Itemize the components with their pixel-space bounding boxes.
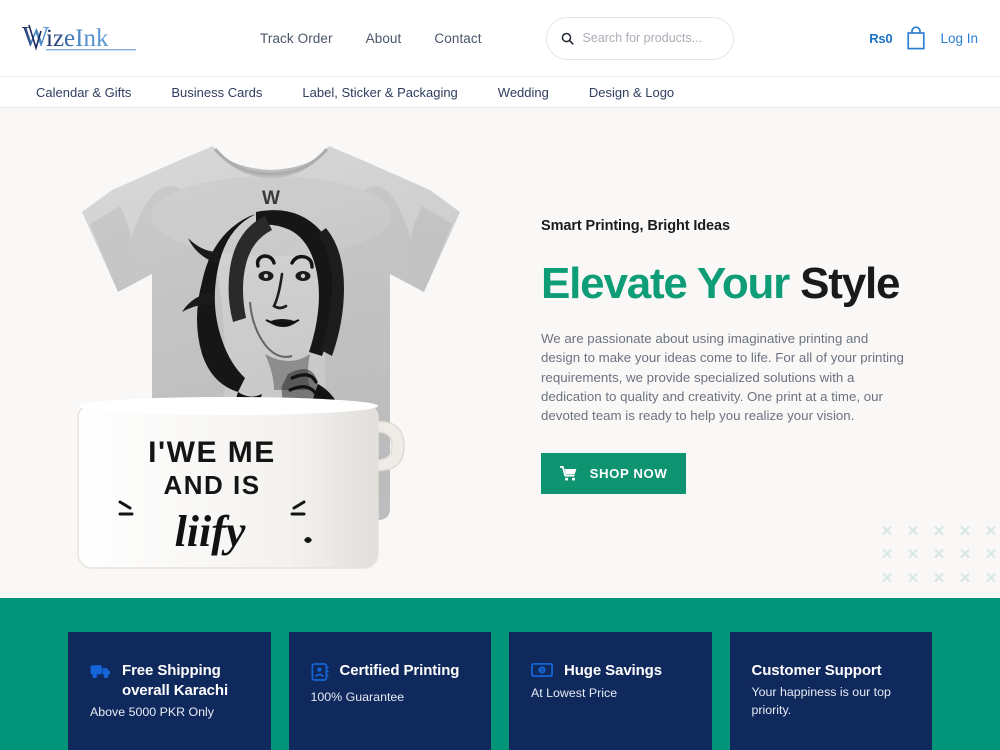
decoration-x: ✕ bbox=[906, 569, 920, 587]
decoration-x: ✕ bbox=[880, 523, 894, 540]
decoration-x: ✕ bbox=[932, 546, 946, 564]
hero-headline: Elevate Your Style bbox=[541, 259, 931, 308]
decoration-x: ✕ bbox=[984, 569, 998, 587]
feature-subtitle: Above 5000 PKR Only bbox=[90, 705, 214, 719]
mug-line-1: I'WE ME bbox=[148, 436, 276, 469]
features-strip: Free Shipping overall Karachi Above 5000… bbox=[0, 598, 1000, 750]
hero-product-image: W I'WE ME AND IS liify bbox=[60, 116, 530, 586]
feature-title: Huge Savings bbox=[564, 662, 662, 679]
hero-headline-accent: Elevate Your bbox=[541, 259, 790, 308]
decoration-x: ✕ bbox=[958, 523, 972, 540]
header-actions: Rs0 Log In bbox=[869, 25, 978, 51]
cart-total: Rs0 bbox=[869, 30, 893, 46]
decoration-x: ✕ bbox=[906, 523, 920, 540]
category-label-sticker-packaging[interactable]: Label, Sticker & Packaging bbox=[302, 85, 457, 100]
decoration-x: ✕ bbox=[932, 569, 946, 587]
wizeink-logo-icon: W izeInk bbox=[22, 21, 136, 53]
money-bill-icon: 0 bbox=[530, 662, 554, 682]
shop-now-label: SHOP NOW bbox=[589, 465, 668, 481]
nav-contact[interactable]: Contact bbox=[434, 31, 481, 46]
cart-button[interactable] bbox=[905, 25, 927, 51]
header-nav: Track Order About Contact bbox=[260, 31, 482, 46]
feature-card-huge-savings[interactable]: 0 Huge Savings At Lowest Price bbox=[509, 632, 712, 750]
hero-copy: Smart Printing, Bright Ideas Elevate You… bbox=[541, 218, 931, 494]
truck-icon bbox=[90, 663, 111, 684]
category-nav: Calendar & Gifts Business Cards Label, S… bbox=[0, 76, 1000, 108]
category-wedding[interactable]: Wedding bbox=[498, 85, 549, 100]
nav-track-order[interactable]: Track Order bbox=[260, 31, 333, 46]
feature-card-certified-printing[interactable]: Certified Printing 100% Guarantee bbox=[288, 632, 491, 750]
hero-eyebrow: Smart Printing, Bright Ideas bbox=[541, 218, 730, 234]
certificate-id-icon bbox=[311, 663, 329, 686]
feature-title: Customer Support bbox=[751, 662, 882, 679]
decoration-x: ✕ bbox=[880, 546, 894, 564]
hero-section: W I'WE ME AND IS liify Smart Printing, B… bbox=[0, 108, 1000, 598]
page-root: W izeInk Track Order About Contact Rs0 bbox=[0, 0, 1000, 750]
hero-paragraph: We are passionate about using imaginativ… bbox=[541, 331, 904, 424]
mug-script-word: liify bbox=[175, 507, 246, 556]
feature-card-free-shipping[interactable]: Free Shipping overall Karachi Above 5000… bbox=[68, 632, 271, 750]
feature-title: Certified Printing bbox=[339, 662, 460, 679]
shopping-cart-icon bbox=[559, 465, 576, 481]
login-link[interactable]: Log In bbox=[940, 31, 978, 46]
hero-headline-rest: Style bbox=[800, 259, 900, 308]
decoration-x: ✕ bbox=[984, 546, 998, 564]
search-box[interactable] bbox=[545, 16, 734, 60]
decoration-x: ✕ bbox=[932, 523, 946, 540]
tshirt-and-mug-illustration: W I'WE ME AND IS liify bbox=[77, 146, 460, 569]
feature-subtitle: 100% Guarantee bbox=[310, 690, 405, 704]
search-icon bbox=[561, 32, 574, 45]
hero-decoration-grid: ✕ ✕ ✕ ✕ ✕ ✕ ✕ ✕ ✕ ✕ ✕ ✕ ✕ ✕ ✕ bbox=[874, 520, 1000, 590]
decoration-x: ✕ bbox=[958, 569, 972, 587]
features-row: Free Shipping overall Karachi Above 5000… bbox=[0, 632, 1000, 750]
shop-now-button[interactable]: SHOP NOW bbox=[541, 452, 686, 494]
decoration-x: ✕ bbox=[906, 546, 920, 564]
brand-logo[interactable]: W izeInk bbox=[22, 21, 172, 55]
search-input[interactable] bbox=[582, 31, 719, 45]
feature-subtitle: At Lowest Price bbox=[531, 686, 618, 700]
mug-illustration: I'WE ME AND IS liify bbox=[77, 397, 405, 569]
feature-title: Free Shipping overall Karachi bbox=[122, 662, 229, 699]
decoration-x: ✕ bbox=[984, 523, 998, 540]
category-business-cards[interactable]: Business Cards bbox=[171, 85, 262, 100]
decoration-x: ✕ bbox=[880, 569, 894, 587]
category-design-logo[interactable]: Design & Logo bbox=[589, 85, 674, 100]
nav-about[interactable]: About bbox=[366, 31, 402, 46]
feature-card-customer-support[interactable]: Customer Support Your happiness is our t… bbox=[729, 632, 932, 750]
site-header: W izeInk Track Order About Contact Rs0 bbox=[0, 0, 1000, 76]
svg-text:izeInk: izeInk bbox=[46, 25, 109, 52]
shopping-bag-icon bbox=[907, 25, 926, 49]
shirt-tag-letter: W bbox=[262, 188, 280, 209]
mug-line-2: AND IS bbox=[163, 470, 260, 500]
feature-subtitle: Your happiness is our top priority. bbox=[751, 685, 891, 717]
category-calendar-gifts[interactable]: Calendar & Gifts bbox=[36, 85, 131, 100]
decoration-x: ✕ bbox=[958, 546, 972, 564]
